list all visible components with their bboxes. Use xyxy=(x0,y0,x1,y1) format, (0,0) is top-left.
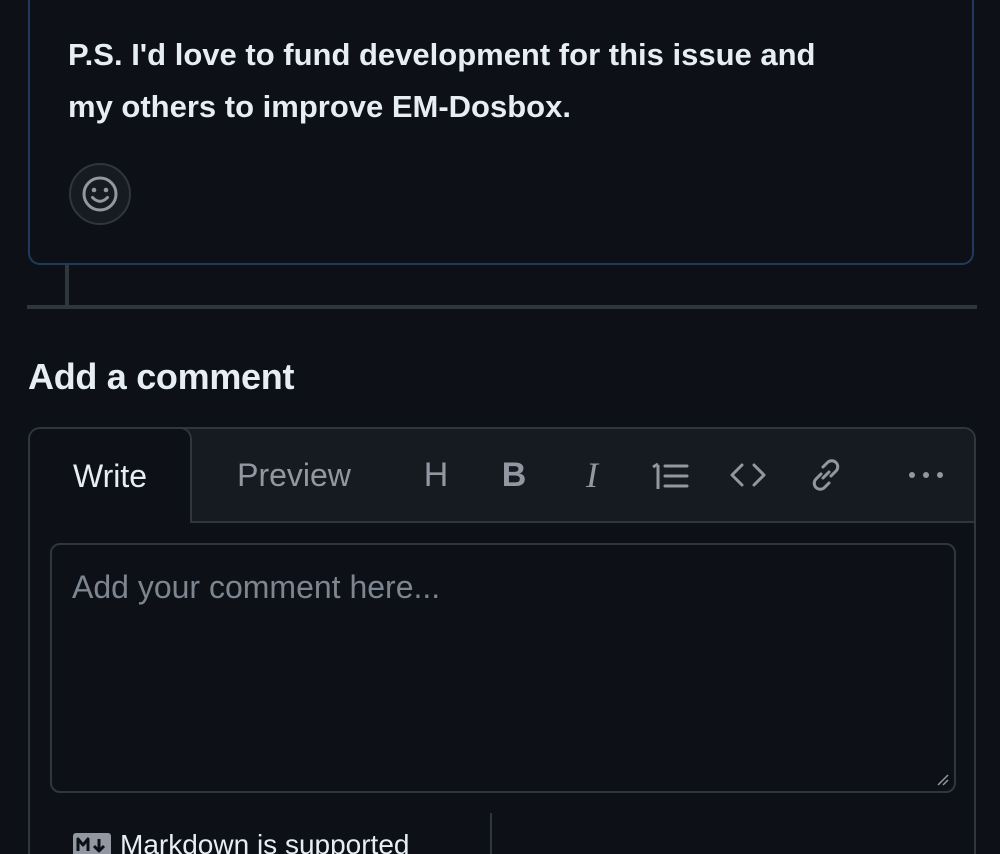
link-icon[interactable] xyxy=(804,453,848,497)
footer-divider xyxy=(490,813,492,854)
resize-handle-icon[interactable] xyxy=(936,773,950,787)
list-icon[interactable] xyxy=(648,453,692,497)
tab-preview[interactable]: Preview xyxy=(202,429,386,521)
tab-write[interactable]: Write xyxy=(30,429,192,523)
comment-textarea-wrapper xyxy=(50,543,956,793)
comment-textarea[interactable] xyxy=(52,545,954,791)
editor-header: Write Preview H B I xyxy=(30,429,974,523)
comment-card: P.S. I'd love to fund development for th… xyxy=(28,0,974,265)
comment-body: P.S. I'd love to fund development for th… xyxy=(68,29,948,133)
add-reaction-button[interactable] xyxy=(69,163,131,225)
markdown-hint-label: Markdown is supported xyxy=(120,829,410,854)
comment-line: P.S. I'd love to fund development for th… xyxy=(68,37,816,72)
italic-icon[interactable]: I xyxy=(570,453,614,497)
markdown-hint[interactable]: Markdown is supported xyxy=(72,829,409,854)
heading-icon[interactable]: H xyxy=(414,453,458,497)
smiley-icon xyxy=(82,176,118,212)
more-icon[interactable] xyxy=(904,453,948,497)
add-comment-heading: Add a comment xyxy=(28,356,295,397)
bold-icon[interactable]: B xyxy=(492,453,536,497)
timeline-line xyxy=(65,265,69,307)
comment-line: my others to improve EM-Dosbox. xyxy=(68,89,571,124)
code-icon[interactable] xyxy=(726,453,770,497)
page: P.S. I'd love to fund development for th… xyxy=(0,0,1000,854)
comment-editor: Write Preview H B I Add your comment her… xyxy=(28,427,976,854)
timeline-divider xyxy=(27,305,977,309)
markdown-icon xyxy=(73,833,111,854)
